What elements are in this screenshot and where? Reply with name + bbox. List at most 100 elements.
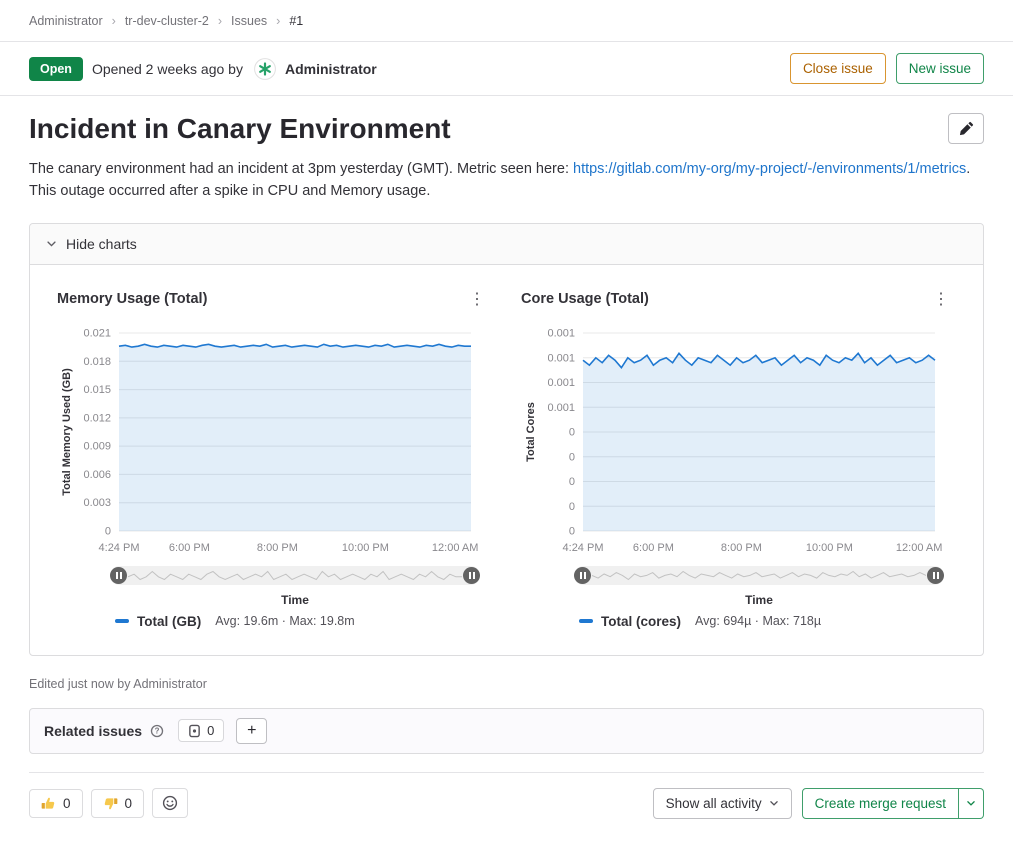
edit-title-button[interactable] — [948, 113, 984, 144]
activity-filter-dropdown[interactable]: Show all activity — [653, 788, 792, 819]
legend-series-name: Total (cores) — [601, 614, 681, 629]
svg-text:Total Memory Used (GB): Total Memory Used (GB) — [61, 367, 73, 495]
thumbs-down-button[interactable]: 0 — [91, 789, 145, 818]
x-axis-title: Time — [110, 593, 480, 607]
chart-plot-area: 0.0010.0010.0010.001000004:24 PM6:00 PM8… — [521, 319, 958, 558]
svg-text:0.001: 0.001 — [547, 377, 575, 389]
svg-text:8:00 PM: 8:00 PM — [721, 542, 762, 554]
x-axis-title: Time — [574, 593, 944, 607]
breadcrumb: Administrator › tr-dev-cluster-2 › Issue… — [0, 0, 1013, 41]
add-reaction-button[interactable] — [152, 788, 188, 818]
legend-series-name: Total (GB) — [137, 614, 201, 629]
legend-series-stats: Avg: 694µ · Max: 718µ — [695, 614, 821, 628]
issue-type-icon — [188, 724, 201, 738]
core-usage-chart: Core Usage (Total) ⋮ 0.0010.0010.0010.00… — [521, 287, 958, 629]
thumbs-up-icon — [41, 796, 56, 811]
breadcrumb-item-issues[interactable]: Issues — [231, 14, 267, 28]
smiley-icon — [162, 795, 178, 811]
svg-text:0.018: 0.018 — [83, 355, 111, 367]
chevron-down-icon — [769, 798, 779, 808]
chevron-down-icon — [46, 238, 57, 249]
create-merge-request-button[interactable]: Create merge request — [802, 788, 959, 819]
create-mr-dropdown-toggle[interactable] — [959, 788, 984, 819]
avatar[interactable] — [254, 58, 276, 80]
related-issues-card: Related issues ? 0 + — [29, 708, 984, 754]
thumbs-up-count: 0 — [63, 796, 71, 811]
svg-text:0.001: 0.001 — [547, 327, 575, 339]
slider-handle-left-icon[interactable] — [110, 567, 127, 584]
issue-footer: 0 0 Show all activity — [29, 772, 984, 835]
legend-swatch — [115, 619, 129, 623]
svg-text:10:00 PM: 10:00 PM — [806, 542, 853, 554]
svg-text:0.009: 0.009 — [83, 440, 111, 452]
issue-description: The canary environment had an incident a… — [0, 145, 1013, 203]
svg-text:0: 0 — [105, 525, 111, 537]
svg-text:6:00 PM: 6:00 PM — [169, 542, 210, 554]
chart-legend: Total (cores) Avg: 694µ · Max: 718µ — [579, 614, 958, 629]
svg-text:0.003: 0.003 — [83, 497, 111, 509]
chevron-right-icon: › — [112, 14, 116, 28]
svg-text:8:00 PM: 8:00 PM — [257, 542, 298, 554]
slider-handle-left-icon[interactable] — [574, 567, 591, 584]
svg-text:?: ? — [155, 726, 160, 735]
svg-text:0.015: 0.015 — [83, 384, 111, 396]
chart-range-slider[interactable] — [110, 566, 480, 585]
related-issues-count[interactable]: 0 — [178, 719, 224, 742]
thumbs-down-count: 0 — [125, 796, 133, 811]
breadcrumb-item-project[interactable]: tr-dev-cluster-2 — [125, 14, 209, 28]
related-issues-label: Related issues — [44, 723, 142, 739]
chart-title: Core Usage (Total) — [521, 291, 649, 307]
add-related-issue-button[interactable]: + — [236, 718, 267, 744]
new-issue-button[interactable]: New issue — [896, 53, 984, 84]
hide-charts-toggle[interactable]: Hide charts — [30, 224, 983, 265]
memory-usage-chart: Memory Usage (Total) ⋮ 0.021 0.018 0.015 0.… — [57, 287, 494, 629]
svg-text:6:00 PM: 6:00 PM — [633, 542, 674, 554]
activity-filter-label: Show all activity — [666, 796, 762, 811]
svg-text:10:00 PM: 10:00 PM — [342, 542, 389, 554]
metrics-link[interactable]: https://gitlab.com/my-org/my-project/-/e… — [573, 161, 966, 177]
issue-status-bar: Open Opened 2 weeks ago by Administrator… — [0, 42, 1013, 95]
breadcrumb-item-administrator[interactable]: Administrator — [29, 14, 103, 28]
description-text: The canary environment had an incident a… — [29, 161, 573, 177]
chart-options-kebab-icon[interactable]: ⋮ — [924, 287, 958, 311]
chevron-down-icon — [966, 798, 976, 808]
hide-charts-label: Hide charts — [66, 236, 137, 252]
legend-swatch — [579, 619, 593, 623]
chevron-right-icon: › — [218, 14, 222, 28]
edited-note: Edited just now by Administrator — [0, 656, 1013, 691]
close-issue-button[interactable]: Close issue — [790, 53, 886, 84]
svg-text:12:00 AM: 12:00 AM — [896, 542, 942, 554]
svg-text:0.001: 0.001 — [547, 401, 575, 413]
svg-text:Total Cores: Total Cores — [525, 402, 537, 462]
svg-text:0: 0 — [569, 525, 575, 537]
svg-text:0: 0 — [569, 476, 575, 488]
slider-handle-right-icon[interactable] — [463, 567, 480, 584]
svg-text:12:00 AM: 12:00 AM — [432, 542, 478, 554]
pencil-icon — [959, 121, 974, 136]
svg-text:0.021: 0.021 — [83, 327, 111, 339]
author-name[interactable]: Administrator — [285, 61, 377, 77]
create-merge-request-split-button: Create merge request — [802, 788, 984, 819]
thumbs-up-button[interactable]: 0 — [29, 789, 83, 818]
slider-handle-right-icon[interactable] — [927, 567, 944, 584]
title-row: Incident in Canary Environment — [0, 96, 1013, 145]
slider-sparkline — [592, 566, 926, 585]
award-emoji-row: 0 0 — [29, 788, 188, 818]
chart-range-slider[interactable] — [574, 566, 944, 585]
svg-text:0: 0 — [569, 426, 575, 438]
status-badge: Open — [29, 57, 83, 81]
legend-series-stats: Avg: 19.6m · Max: 19.8m — [215, 614, 354, 628]
chart-options-kebab-icon[interactable]: ⋮ — [460, 287, 494, 311]
opened-text: Opened 2 weeks ago by — [92, 61, 243, 77]
metrics-charts-card: Hide charts Memory Usage (Total) ⋮ 0.021… — [29, 223, 984, 656]
chart-legend: Total (GB) Avg: 19.6m · Max: 19.8m — [115, 614, 494, 629]
help-question-icon[interactable]: ? — [150, 724, 164, 738]
slider-sparkline — [128, 566, 462, 585]
avatar-identicon — [254, 58, 276, 80]
chart-title: Memory Usage (Total) — [57, 291, 207, 307]
svg-text:0: 0 — [569, 500, 575, 512]
svg-text:4:24 PM: 4:24 PM — [563, 542, 604, 554]
svg-text:4:24 PM: 4:24 PM — [99, 542, 140, 554]
page-title: Incident in Canary Environment — [29, 113, 451, 145]
breadcrumb-item-issue-number: #1 — [289, 14, 303, 28]
